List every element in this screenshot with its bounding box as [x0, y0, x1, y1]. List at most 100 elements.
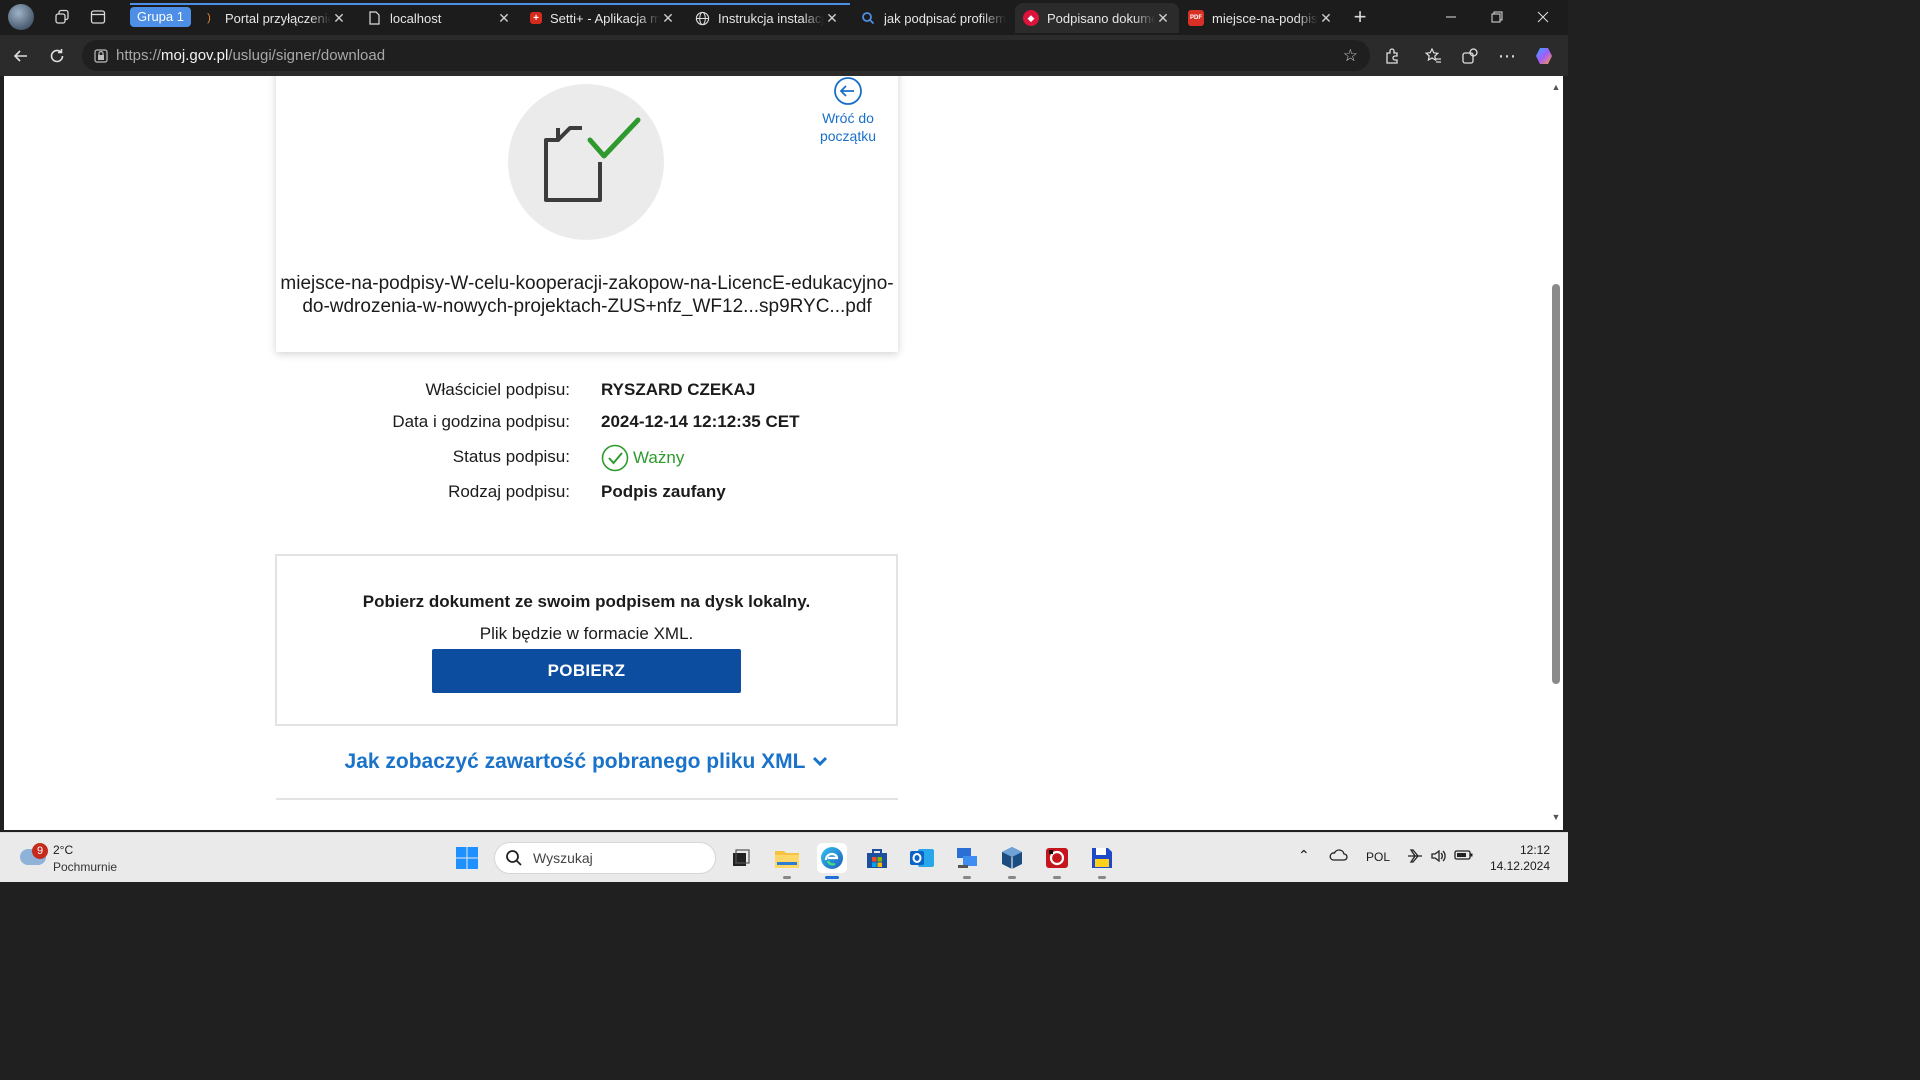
language-indicator[interactable]: POL — [1366, 850, 1390, 864]
site-info-icon[interactable] — [92, 47, 110, 65]
globe-icon — [694, 10, 710, 26]
tab-podpisano[interactable]: ◆ Podpisano dokument ✕ — [1015, 3, 1179, 33]
start-windows-icon[interactable] — [452, 843, 482, 873]
download-subtitle: Plik będzie w formacie XML. — [479, 624, 694, 643]
swiss-flag-icon: + — [530, 12, 542, 24]
system-clock[interactable]: 12:12 14.12.2024 — [1470, 842, 1550, 874]
copilot-icon[interactable] — [1530, 41, 1560, 71]
minimize-icon[interactable] — [1428, 0, 1474, 34]
download-section: Pobierz dokument ze swoim podpisem na dy… — [275, 554, 898, 726]
search-icon — [506, 850, 522, 866]
edge-browser-icon[interactable] — [817, 843, 847, 879]
close-window-icon[interactable] — [1520, 0, 1566, 34]
close-icon[interactable]: ✕ — [824, 10, 840, 27]
tab-title: jak podpisać profilem zaufanym — [884, 10, 1006, 26]
xml-help-toggle[interactable]: Jak zobaczyć zawartość pobranego pliku X… — [276, 750, 898, 774]
close-icon[interactable]: ✕ — [331, 10, 347, 27]
address-bar[interactable]: https://moj.gov.pl/uslugi/signer/downloa… — [82, 40, 1370, 71]
extensions-icon[interactable] — [1377, 41, 1407, 71]
file-explorer-icon[interactable] — [772, 843, 802, 879]
signed-file-card: Wróć do początku miejsce-na-podpisy-W-ce… — [276, 76, 898, 352]
volume-icon[interactable] — [1430, 847, 1448, 868]
tab-title: Setti+ - Aplikacja mobilna — [550, 10, 660, 26]
scroll-down-icon[interactable]: ▼ — [1551, 812, 1561, 822]
owner-label: Właściciel podpisu: — [425, 380, 570, 399]
date-row: Data i godzina podpisu: 2024-12-14 12:12… — [276, 412, 898, 438]
restore-icon[interactable] — [1474, 0, 1520, 34]
tab-setti[interactable]: + Setti+ - Aplikacja mobilna ✕ — [522, 3, 684, 33]
new-tab-button[interactable]: + — [1346, 4, 1374, 30]
close-icon[interactable]: ✕ — [1155, 10, 1171, 27]
tab-search[interactable]: jak podpisać profilem zaufanym — [852, 3, 1014, 33]
download-button[interactable]: POBIERZ — [432, 649, 741, 693]
close-icon[interactable]: ✕ — [1318, 10, 1334, 27]
page-scrollbar[interactable]: ▲ ▼ — [1549, 76, 1563, 830]
url-path: /uslugi/signer/download — [228, 47, 386, 64]
weather-badge: 9 — [32, 843, 48, 859]
remote-desktop-icon[interactable] — [952, 843, 982, 879]
running-indicator — [783, 876, 791, 879]
profile-avatar[interactable] — [8, 4, 34, 30]
clock-time: 12:12 — [1519, 843, 1550, 857]
back-arrow-icon[interactable] — [6, 41, 36, 71]
tab-pdf[interactable]: PDF miejsce-na-podpisy ✕ — [1180, 3, 1342, 33]
status-label: Status podpisu: — [452, 447, 570, 466]
refresh-icon[interactable] — [42, 41, 72, 71]
xml-help-label: Jak zobaczyć zawartość pobranego pliku X… — [344, 750, 806, 773]
flame-icon: ) — [207, 12, 211, 24]
task-view-icon[interactable] — [726, 843, 756, 873]
virtualbox-icon[interactable] — [997, 843, 1027, 879]
date-value: 2024-12-14 12:12:35 CET — [601, 412, 800, 431]
screen-recorder-icon[interactable] — [1042, 843, 1072, 879]
running-indicator — [1053, 876, 1061, 879]
owner-row: Właściciel podpisu: RYSZARD CZEKAJ — [276, 380, 898, 406]
save-floppy-icon[interactable] — [1087, 843, 1117, 879]
outlook-icon[interactable] — [907, 843, 937, 873]
tab-portal[interactable]: ) Portal przyłączeniowy ✕ — [193, 3, 355, 33]
url-text: https://moj.gov.pl/uslugi/signer/downloa… — [116, 47, 385, 64]
scroll-up-icon[interactable]: ▲ — [1551, 82, 1561, 92]
tab-localhost[interactable]: localhost ✕ — [358, 3, 520, 33]
scroll-thumb[interactable] — [1552, 284, 1560, 684]
tab-title: Podpisano dokument — [1047, 10, 1155, 26]
valid-check-icon — [601, 444, 629, 472]
airplane-mode-icon[interactable] — [1406, 847, 1424, 868]
type-label: Rodzaj podpisu: — [448, 482, 570, 501]
running-indicator — [1098, 876, 1106, 879]
tab-title: miejsce-na-podpisy — [1212, 10, 1318, 26]
running-indicator — [1008, 876, 1016, 879]
document-check-icon — [508, 84, 664, 240]
status-value-group: Ważny — [601, 444, 684, 472]
tab-instrukcja[interactable]: Instrukcja instalacji ✕ — [686, 3, 848, 33]
polish-eagle-icon: ◆ — [1023, 10, 1039, 26]
owner-value: RYSZARD CZEKAJ — [601, 380, 756, 399]
collections-icon[interactable] — [1455, 41, 1485, 71]
chevron-down-icon — [811, 750, 829, 774]
more-menu-icon[interactable]: ⋯ — [1492, 41, 1522, 71]
favorite-star-icon[interactable]: ☆ — [1343, 46, 1358, 66]
type-row: Rodzaj podpisu: Podpis zaufany — [276, 482, 898, 508]
section-divider — [276, 798, 898, 800]
tab-group-chip[interactable]: Grupa 1 — [130, 7, 191, 27]
chevron-up-icon[interactable]: ⌃ — [1298, 847, 1310, 864]
back-link-line2: początku — [819, 128, 877, 144]
vertical-tabs-icon[interactable] — [84, 4, 112, 30]
tab-title: Portal przyłączeniowy — [225, 10, 331, 26]
onedrive-cloud-icon[interactable] — [1328, 848, 1348, 865]
browser-tab-strip: Grupa 1 ) Portal przyłączeniowy ✕ localh… — [0, 0, 1568, 35]
close-icon[interactable]: ✕ — [496, 10, 512, 27]
document-icon — [366, 10, 382, 26]
close-icon[interactable]: ✕ — [660, 10, 676, 27]
page-viewport: Wróć do początku miejsce-na-podpisy-W-ce… — [4, 76, 1549, 830]
favorites-icon[interactable] — [1418, 41, 1448, 71]
weather-condition: Pochmurnie — [53, 860, 118, 874]
taskbar-search-placeholder: Wyszukaj — [533, 850, 593, 866]
url-host: moj.gov.pl — [161, 47, 229, 64]
url-prefix: https:// — [116, 47, 162, 64]
tab-title: Instrukcja instalacji — [718, 10, 824, 26]
workspaces-icon[interactable] — [48, 4, 76, 30]
weather-widget[interactable]: 9 2°C Pochmurnie — [18, 839, 148, 877]
store-icon[interactable] — [862, 843, 892, 873]
back-to-start-link[interactable]: Wróć do początku — [806, 76, 890, 145]
taskbar-search[interactable]: Wyszukaj — [494, 842, 716, 874]
